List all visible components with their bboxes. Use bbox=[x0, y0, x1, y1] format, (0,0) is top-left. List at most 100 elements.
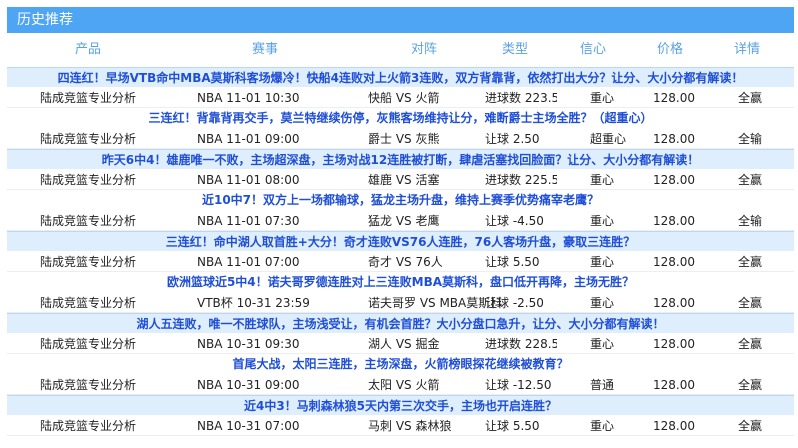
match-cell: 诺夫哥罗 VS MBA莫斯科 bbox=[368, 296, 503, 310]
product-cell: 陆成竞篮专业分析 bbox=[40, 214, 137, 228]
event-cell: NBA 11-01 09:00 bbox=[197, 132, 300, 146]
price-cell: 128.00 bbox=[653, 255, 695, 269]
event-cell: NBA 11-01 07:30 bbox=[197, 214, 300, 228]
recommendation-title-link[interactable]: 三连红！命中湖人取首胜+大分！奇才连败VS76人连胜，76人客场升盘，豪取三连胜… bbox=[7, 231, 794, 251]
list-item: 近4中3！马刺森林狼5天内第三次交手，主场也开启连胜？ 陆成竞篮专业分析 NBA 1… bbox=[7, 395, 794, 436]
list-item: 昨天6中4！雄鹿唯一不败，主场超深盘，主场对战12连胜被打断，肆虐活塞找回脸面？… bbox=[7, 149, 794, 190]
detail-cell[interactable]: 全赢 bbox=[738, 293, 762, 313]
detail-cell[interactable]: 全赢 bbox=[738, 88, 762, 108]
column-product: 产品 bbox=[75, 42, 102, 57]
type-cell: 让球 -4.50 bbox=[485, 214, 544, 228]
price-cell: 128.00 bbox=[653, 337, 695, 351]
column-price: 价格 bbox=[657, 42, 684, 57]
detail-cell[interactable]: 全赢 bbox=[738, 375, 762, 395]
column-match: 对阵 bbox=[411, 42, 438, 57]
list-item: 三连红！命中湖人取首胜+大分！奇才连败VS76人连胜，76人客场升盘，豪取三连胜… bbox=[7, 231, 794, 272]
confidence-cell: 重心 bbox=[590, 214, 615, 228]
confidence-cell: 重心 bbox=[590, 255, 615, 269]
recommendation-title-link[interactable]: 昨天6中4！雄鹿唯一不败，主场超深盘，主场对战12连胜被打断，肆虐活塞找回脸面？… bbox=[7, 149, 794, 169]
match-cell: 湖人 VS 掘金 bbox=[368, 337, 440, 351]
recommendation-title-link[interactable]: 三连红！背靠背再交手，莫兰特继续伤停，灰熊客场维持让分，难断爵士主场全胜？（超重… bbox=[7, 108, 794, 128]
product-cell: 陆成竞篮专业分析 bbox=[40, 378, 137, 392]
detail-cell[interactable]: 全赢 bbox=[738, 416, 762, 436]
recommendation-list: 四连红！早场VTB命中MBA莫斯科客场爆冷！快船4连败对上火箭3连败，双方背靠背… bbox=[7, 67, 794, 436]
price-cell: 128.00 bbox=[653, 296, 695, 310]
type-cell: 进球数 228.50 bbox=[485, 337, 557, 351]
event-cell: NBA 10-31 09:30 bbox=[197, 337, 300, 351]
match-cell: 快船 VS 火箭 bbox=[368, 91, 440, 105]
event-cell: NBA 10-31 07:00 bbox=[197, 419, 300, 433]
table-row: 陆成竞篮专业分析 NBA 11-01 10:30 快船 VS 火箭 进球数 223.5… bbox=[7, 88, 794, 108]
type-cell: 让球 -2.50 bbox=[485, 296, 544, 310]
confidence-cell: 重心 bbox=[590, 296, 615, 310]
table-row: 陆成竞篮专业分析 NBA 11-01 08:00 雄鹿 VS 活塞 进球数 225.5… bbox=[7, 170, 794, 190]
detail-cell[interactable]: 全赢 bbox=[738, 170, 762, 190]
type-cell: 进球数 223.50 bbox=[485, 91, 557, 105]
section-header: 历史推荐 bbox=[7, 7, 794, 33]
event-cell: NBA 11-01 08:00 bbox=[197, 173, 300, 187]
confidence-cell: 超重心 bbox=[590, 132, 627, 146]
list-item: 四连红！早场VTB命中MBA莫斯科客场爆冷！快船4连败对上火箭3连败，双方背靠背… bbox=[7, 67, 794, 108]
match-cell: 雄鹿 VS 活塞 bbox=[368, 173, 440, 187]
list-item: 湖人五连败，唯一不胜球队，主场浅受让，有机会首胜？大小分盘口急升，让分、大小分都… bbox=[7, 313, 794, 354]
match-cell: 马刺 VS 森林狼 bbox=[368, 419, 452, 433]
product-cell: 陆成竞篮专业分析 bbox=[40, 255, 137, 269]
price-cell: 128.00 bbox=[653, 91, 695, 105]
product-cell: 陆成竞篮专业分析 bbox=[40, 337, 137, 351]
type-cell: 让球 2.50 bbox=[485, 132, 540, 146]
column-detail: 详情 bbox=[734, 42, 761, 57]
table-row: 陆成竞篮专业分析 NBA 11-01 09:00 爵士 VS 灰熊 让球 2.50 超重… bbox=[7, 129, 794, 149]
recommendation-title-link[interactable]: 欧洲篮球近5中4！诺夫哥罗德连胜对上三连败MBA莫斯科，盘口低开再降，主场无胜？ bbox=[7, 272, 794, 292]
detail-cell[interactable]: 全输 bbox=[738, 211, 762, 231]
event-cell: NBA 11-01 10:30 bbox=[197, 91, 300, 105]
recommendation-title-link[interactable]: 湖人五连败，唯一不胜球队，主场浅受让，有机会首胜？大小分盘口急升，让分、大小分都… bbox=[7, 313, 794, 333]
confidence-cell: 普通 bbox=[590, 378, 615, 392]
detail-cell[interactable]: 全赢 bbox=[738, 334, 762, 354]
recommendation-title-link[interactable]: 首尾大战，太阳三连胜，主场深盘，火箭榜眼探花继续被教育？ bbox=[7, 354, 794, 374]
detail-cell[interactable]: 全赢 bbox=[738, 252, 762, 272]
table-row: 陆成竞篮专业分析 NBA 11-01 07:00 奇才 VS 76人 让球 5.50 重… bbox=[7, 252, 794, 272]
type-cell: 进球数 225.50 bbox=[485, 173, 557, 187]
product-cell: 陆成竞篮专业分析 bbox=[40, 132, 137, 146]
column-type: 类型 bbox=[502, 42, 529, 57]
price-cell: 128.00 bbox=[653, 214, 695, 228]
table-row: 陆成竞篮专业分析 VTB杯 10-31 23:59 诺夫哥罗 VS MBA莫斯科 让球… bbox=[7, 293, 794, 313]
recommendation-title-link[interactable]: 四连红！早场VTB命中MBA莫斯科客场爆冷！快船4连败对上火箭3连败，双方背靠背… bbox=[7, 67, 794, 87]
confidence-cell: 重心 bbox=[590, 173, 615, 187]
match-cell: 奇才 VS 76人 bbox=[368, 255, 443, 269]
event-cell: VTB杯 10-31 23:59 bbox=[197, 296, 310, 310]
confidence-cell: 重心 bbox=[590, 91, 615, 105]
product-cell: 陆成竞篮专业分析 bbox=[40, 91, 137, 105]
list-item: 欧洲篮球近5中4！诺夫哥罗德连胜对上三连败MBA莫斯科，盘口低开再降，主场无胜？… bbox=[7, 272, 794, 313]
event-cell: NBA 10-31 09:00 bbox=[197, 378, 300, 392]
list-item: 近10中7！双方上一场都输球，猛龙主场升盘，维持上赛季优势痛宰老鹰？ 陆成竞篮专业… bbox=[7, 190, 794, 231]
column-event: 赛事 bbox=[252, 42, 279, 57]
recommendation-title-link[interactable]: 近4中3！马刺森林狼5天内第三次交手，主场也开启连胜？ bbox=[7, 395, 794, 415]
recommendation-title-link[interactable]: 近10中7！双方上一场都输球，猛龙主场升盘，维持上赛季优势痛宰老鹰？ bbox=[7, 190, 794, 210]
type-cell: 让球 5.50 bbox=[485, 419, 540, 433]
table-row: 陆成竞篮专业分析 NBA 10-31 07:00 马刺 VS 森林狼 让球 5.50 重… bbox=[7, 416, 794, 436]
column-confidence: 信心 bbox=[580, 42, 607, 57]
match-cell: 爵士 VS 灰熊 bbox=[368, 132, 440, 146]
confidence-cell: 重心 bbox=[590, 419, 615, 433]
event-cell: NBA 11-01 07:00 bbox=[197, 255, 300, 269]
table-row: 陆成竞篮专业分析 NBA 11-01 07:30 猛龙 VS 老鹰 让球 -4.50 重… bbox=[7, 211, 794, 231]
price-cell: 128.00 bbox=[653, 419, 695, 433]
match-cell: 太阳 VS 火箭 bbox=[368, 378, 440, 392]
table-row: 陆成竞篮专业分析 NBA 10-31 09:00 太阳 VS 火箭 让球 -12.50… bbox=[7, 375, 794, 395]
section-title: 历史推荐 bbox=[17, 12, 73, 28]
product-cell: 陆成竞篮专业分析 bbox=[40, 173, 137, 187]
product-cell: 陆成竞篮专业分析 bbox=[40, 296, 137, 310]
confidence-cell: 重心 bbox=[590, 337, 615, 351]
type-cell: 让球 5.50 bbox=[485, 255, 540, 269]
list-item: 首尾大战，太阳三连胜，主场深盘，火箭榜眼探花继续被教育？ 陆成竞篮专业分析 NBA … bbox=[7, 354, 794, 395]
product-cell: 陆成竞篮专业分析 bbox=[40, 419, 137, 433]
column-headers: 产品 赛事 对阵 类型 信心 价格 详情 bbox=[7, 38, 794, 62]
type-cell: 让球 -12.50 bbox=[485, 378, 552, 392]
match-cell: 猛龙 VS 老鹰 bbox=[368, 214, 440, 228]
price-cell: 128.00 bbox=[653, 173, 695, 187]
list-item: 三连红！背靠背再交手，莫兰特继续伤停，灰熊客场维持让分，难断爵士主场全胜？（超重… bbox=[7, 108, 794, 149]
price-cell: 128.00 bbox=[653, 132, 695, 146]
price-cell: 128.00 bbox=[653, 378, 695, 392]
detail-cell[interactable]: 全输 bbox=[738, 129, 762, 149]
